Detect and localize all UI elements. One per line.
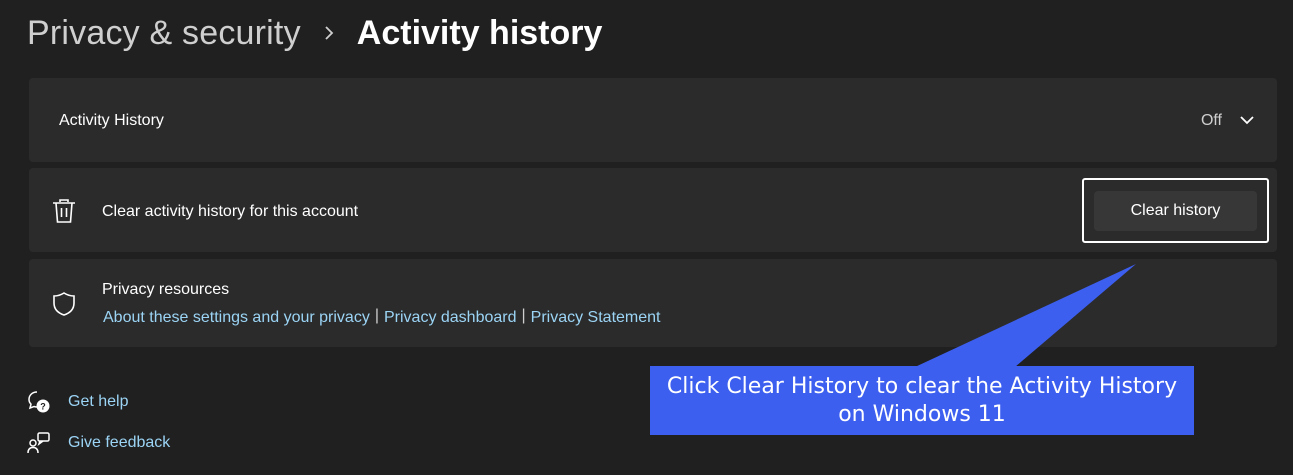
feedback-icon: [27, 432, 50, 454]
privacy-dashboard-link[interactable]: Privacy dashboard: [384, 309, 517, 327]
callout-box: Click Clear History to clear the Activit…: [650, 366, 1194, 435]
privacy-resources-title: Privacy resources: [102, 281, 230, 298]
chevron-down-icon[interactable]: [1239, 112, 1255, 128]
activity-history-card[interactable]: Activity History Off: [29, 78, 1277, 162]
callout-line-1: Click Clear History to clear the Activit…: [666, 373, 1178, 399]
chevron-right-icon: [323, 25, 335, 41]
clear-history-label: Clear activity history for this account: [102, 203, 359, 220]
callout-line-2: on Windows 11: [838, 401, 1006, 427]
clear-history-button[interactable]: Clear history: [1094, 191, 1257, 231]
clear-history-card: Clear activity history for this account …: [29, 168, 1277, 252]
privacy-statement-link[interactable]: Privacy Statement: [531, 309, 661, 327]
get-help-link[interactable]: Get help: [68, 393, 128, 411]
get-help-row[interactable]: ? Get help: [27, 390, 128, 414]
link-separator: |: [521, 307, 526, 324]
give-feedback-row[interactable]: Give feedback: [27, 431, 170, 455]
activity-history-status: Off: [1200, 112, 1222, 129]
privacy-resources-card: Privacy resources About these settings a…: [29, 259, 1277, 347]
privacy-links: About these settings and your privacy | …: [103, 307, 661, 327]
about-settings-privacy-link[interactable]: About these settings and your privacy: [103, 309, 370, 327]
link-separator: |: [374, 307, 379, 324]
page-title: Activity history: [356, 13, 603, 52]
trash-icon: [53, 199, 75, 223]
activity-history-label: Activity History: [59, 112, 164, 129]
svg-text:?: ?: [40, 402, 46, 412]
shield-icon: [53, 292, 75, 316]
breadcrumb: Privacy & security Activity history: [27, 10, 602, 56]
give-feedback-link[interactable]: Give feedback: [68, 434, 170, 452]
help-chat-icon: ?: [28, 391, 50, 413]
breadcrumb-parent-privacy-security[interactable]: Privacy & security: [27, 14, 301, 53]
